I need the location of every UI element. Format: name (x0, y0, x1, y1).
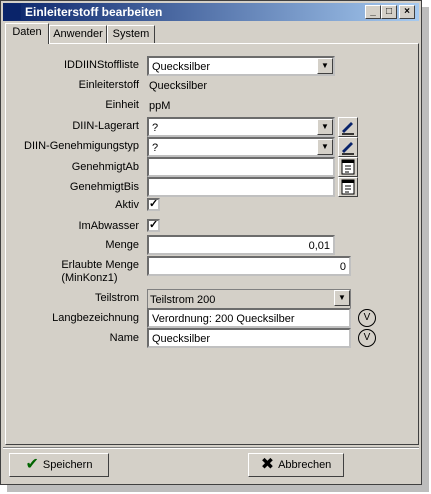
save-button-label: Speichern (42, 459, 93, 471)
genehmigtbis-label: GenehmigtBis (69, 181, 139, 193)
genehmigungstyp-label: DIIN-Genehmigungstyp (24, 140, 139, 152)
teilstrom-select[interactable]: Teilstrom 200 ▼ (147, 289, 351, 309)
teilstrom-label: Teilstrom (94, 292, 139, 304)
close-button[interactable]: × (399, 5, 415, 19)
chevron-down-icon[interactable]: ▼ (317, 119, 333, 135)
pen-icon (342, 122, 354, 135)
langbezeichnung-input[interactable]: Verordnung: 200 Quecksilber (147, 308, 351, 328)
chevron-down-icon[interactable]: ▼ (317, 58, 333, 74)
genehmigtab-input[interactable] (147, 157, 335, 177)
tab-label: Anwender (53, 28, 103, 40)
calendar-icon (341, 179, 355, 195)
menge-label: Menge (105, 239, 139, 251)
cancel-button-label: Abbrechen (278, 459, 332, 471)
genehmigungstyp-select[interactable]: ? ▼ (147, 137, 335, 157)
minimize-icon: _ (370, 6, 376, 17)
check-icon: ✓ (149, 219, 159, 231)
dialog-window: Einleiterstoff bearbeiten _ □ × Daten An… (0, 0, 422, 485)
menge-input[interactable]: 0,01 (147, 235, 335, 255)
close-icon: × (404, 6, 410, 17)
checkmark-icon: ✔ (25, 456, 39, 474)
cancel-button[interactable]: ✖ Abbrechen (248, 453, 344, 477)
genehmigungstyp-value: ? (152, 142, 159, 154)
genehmigungstyp-edit-button[interactable] (338, 137, 358, 157)
app-icon (5, 4, 21, 20)
name-label: Name (109, 332, 139, 344)
v-icon: V (363, 332, 371, 343)
erlaubte-menge-label-line2: (MinKonz1) (61, 272, 118, 284)
lagerart-label: DIIN-Lagerart (72, 120, 139, 132)
window-title: Einleiterstoff bearbeiten (25, 5, 163, 19)
iddiinstoffliste-select[interactable]: Quecksilber ▼ (147, 56, 335, 76)
teilstrom-value: Teilstrom 200 (150, 294, 216, 306)
tab-anwender[interactable]: Anwender (49, 25, 107, 43)
title-bar: Einleiterstoff bearbeiten _ □ × (3, 3, 419, 21)
aktiv-checkbox[interactable]: ✓ (147, 198, 160, 211)
einheit-label: Einheit (105, 99, 139, 111)
pen-icon (342, 142, 354, 155)
chevron-down-icon[interactable]: ▼ (334, 290, 350, 306)
close-icon: ✖ (260, 456, 275, 474)
name-v-button[interactable]: V (358, 329, 376, 347)
einheit-value: ppM (147, 96, 335, 116)
genehmigtbis-calendar-button[interactable] (338, 177, 358, 197)
imabwasser-checkbox[interactable]: ✓ (147, 219, 160, 232)
genehmigtab-label: GenehmigtAb (71, 161, 139, 173)
erlaubte-menge-input[interactable]: 0 (147, 256, 351, 276)
check-icon: ✓ (149, 198, 159, 210)
save-button[interactable]: ✔ Speichern (9, 453, 109, 477)
iddiinstoffliste-value: Quecksilber (152, 61, 211, 73)
name-input[interactable]: Quecksilber (147, 328, 351, 348)
separator (3, 447, 419, 449)
tab-label: System (112, 28, 150, 40)
tab-daten[interactable]: Daten (5, 23, 49, 44)
lagerart-edit-button[interactable] (338, 117, 358, 137)
langbezeichnung-label: Langbezeichnung (52, 312, 139, 324)
erlaubte-menge-label-line1: Erlaubte Menge (61, 259, 139, 271)
maximize-button[interactable]: □ (381, 5, 397, 19)
lagerart-value: ? (152, 122, 159, 134)
tab-label: Daten (12, 26, 42, 38)
genehmigtab-calendar-button[interactable] (338, 157, 358, 177)
v-icon: V (363, 312, 371, 323)
chevron-down-icon[interactable]: ▼ (317, 139, 333, 155)
langbezeichnung-v-button[interactable]: V (358, 309, 376, 327)
minimize-button[interactable]: _ (365, 5, 381, 19)
imabwasser-label: ImAbwasser (78, 220, 139, 232)
erlaubte-menge-label: Erlaubte Menge (MinKonz1) (61, 259, 139, 285)
calendar-icon (341, 159, 355, 175)
tab-system[interactable]: System (107, 25, 155, 43)
lagerart-select[interactable]: ? ▼ (147, 117, 335, 137)
einleiterstoff-label: Einleiterstoff (78, 79, 139, 91)
aktiv-label: Aktiv (115, 199, 139, 211)
einleiterstoff-value: Quecksilber (147, 76, 335, 96)
genehmigtbis-input[interactable] (147, 177, 335, 197)
iddiinstoffliste-label: IDDIINStoffliste (64, 59, 139, 71)
maximize-icon: □ (385, 6, 393, 17)
